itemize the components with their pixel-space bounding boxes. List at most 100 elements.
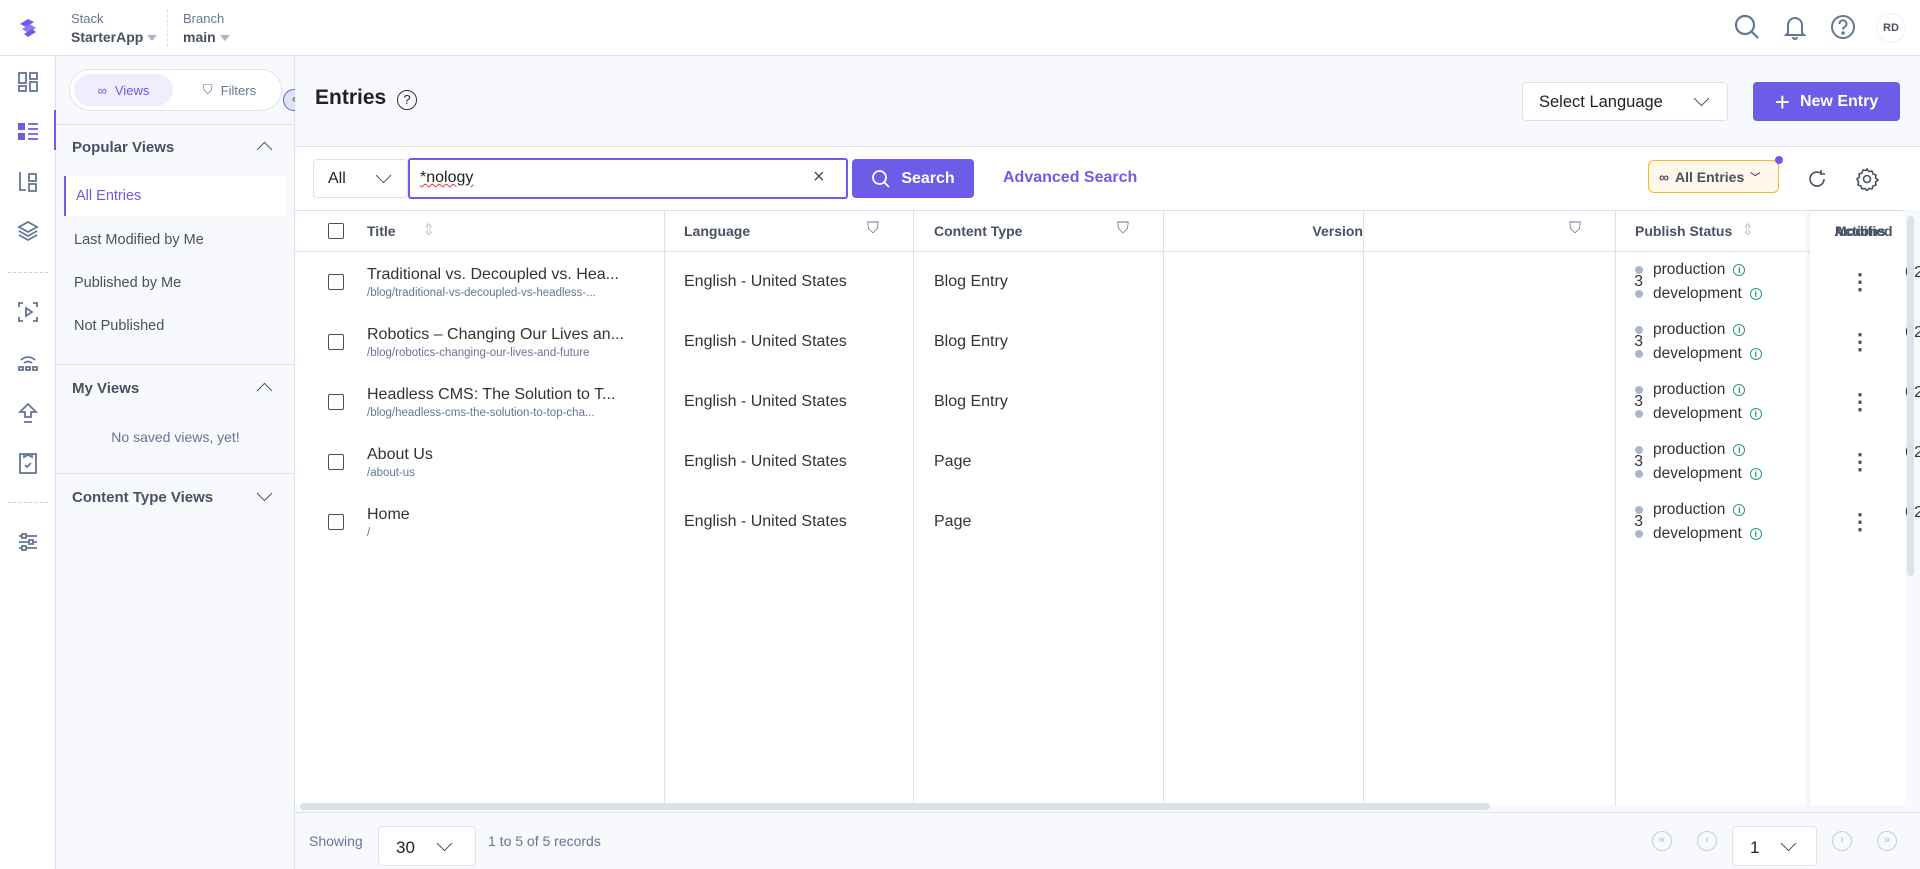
help-icon[interactable]: ? [397,90,417,110]
info-icon[interactable]: i [1733,324,1746,336]
new-entry-button[interactable]: + New Entry [1753,82,1900,121]
entry-content-type: Page [934,513,972,530]
app-logo[interactable] [16,16,40,40]
info-icon[interactable]: i [1749,288,1762,300]
tab-views[interactable]: ∞ Views [74,74,173,106]
advanced-search-link[interactable]: Advanced Search [1003,169,1137,187]
search-icon[interactable] [1733,13,1761,41]
settings-icon[interactable] [1855,167,1880,196]
table-row[interactable]: Headless CMS: The Solution to T... /blog/… [295,372,1920,432]
environment-name: production [1653,261,1726,278]
sidebar-item-all-entries[interactable]: All Entries [64,176,286,216]
page-title: Entries [315,86,387,109]
glasses-icon: ∞ [97,82,107,98]
page-dropdown[interactable]: 1 [1732,826,1817,866]
row-checkbox[interactable] [328,394,344,410]
column-header-version[interactable]: Version [1183,211,1363,251]
no-saved-views: No saved views, yet! [111,429,240,445]
bell-icon[interactable] [1781,13,1809,41]
row-checkbox[interactable] [328,274,344,290]
column-header-content-type[interactable]: Content Type [934,211,1022,251]
row-checkbox[interactable] [328,514,344,530]
help-icon[interactable] [1829,13,1857,41]
select-all-checkbox[interactable] [328,223,344,239]
sort-icon[interactable]: ⇕ [422,220,435,240]
prev-page-icon[interactable]: ‹ [1697,831,1717,851]
info-icon[interactable]: i [1749,348,1762,360]
releases-icon[interactable] [16,300,40,324]
info-icon[interactable]: i [1733,444,1746,456]
view-selector[interactable]: ∞ All Entries ﹀ [1648,156,1783,193]
search-input[interactable]: *nology × [408,158,848,199]
status-dot [1635,326,1643,334]
info-icon[interactable]: i [1733,384,1746,396]
entry-url: /blog/headless-cms-the-solution-to-top-c… [367,406,595,419]
sort-icon[interactable]: ⇕ [1741,220,1754,240]
table-row[interactable]: Home / English - United States Page 3 product… [295,492,1920,552]
tasks-icon[interactable] [16,451,40,475]
settings-icon[interactable] [16,530,40,554]
info-icon[interactable]: i [1733,504,1746,516]
entry-title[interactable]: Headless CMS: The Solution to T... [367,386,657,404]
info-icon[interactable]: i [1749,408,1762,420]
more-actions-icon[interactable]: ⋮ [1849,389,1871,415]
content-models-icon[interactable] [16,170,40,194]
entry-language: English - United States [684,393,847,410]
clear-icon[interactable]: × [813,166,825,189]
entry-title[interactable]: Robotics – Changing Our Lives an... [367,326,657,344]
entry-title[interactable]: About Us [367,446,657,464]
entry-title[interactable]: Traditional vs. Decoupled vs. Hea... [367,266,657,284]
info-icon[interactable]: i [1733,264,1746,276]
row-checkbox[interactable] [328,454,344,470]
entry-content-type: Blog Entry [934,333,1008,350]
sidebar-item-not-published[interactable]: Not Published [64,306,286,346]
table-row[interactable]: Traditional vs. Decoupled vs. Hea... /blo… [295,252,1920,312]
info-icon[interactable]: i [1749,468,1762,480]
stack-switcher[interactable]: Stack StarterApp [71,11,158,45]
refresh-icon[interactable] [1805,167,1829,196]
row-checkbox[interactable] [328,334,344,350]
sidebar-item-published-by-me[interactable]: Published by Me [64,263,286,303]
status-dot [1635,350,1643,358]
tab-filters[interactable]: ⛉ Filters [182,74,277,106]
avatar[interactable]: RD [1876,13,1906,43]
entries-icon[interactable] [16,119,40,143]
column-header-language[interactable]: Language [684,211,750,251]
more-actions-icon[interactable]: ⋮ [1849,509,1871,535]
last-page-icon[interactable]: » [1877,831,1897,851]
filter-icon[interactable]: ⛉ [1117,220,1129,238]
more-actions-icon[interactable]: ⋮ [1849,329,1871,355]
publish-queue-icon[interactable] [16,401,40,425]
divider [8,272,48,273]
dashboard-icon[interactable] [16,70,40,94]
sidebar-item-last-modified-by-me[interactable]: Last Modified by Me [64,220,286,260]
search-icon [872,169,890,188]
next-page-icon[interactable]: › [1832,831,1852,851]
branch-switcher[interactable]: Branch main [183,11,230,45]
chevron-down-icon[interactable] [256,485,273,502]
filter-icon[interactable]: ⛉ [867,220,879,238]
divider [56,364,295,365]
first-page-icon[interactable]: « [1652,831,1672,851]
column-header-publish-status[interactable]: Publish Status [1635,211,1732,251]
publish-status-production: production i [1635,438,1762,462]
filter-icon[interactable]: ⛉ [1569,220,1581,238]
vertical-scrollbar[interactable] [1907,216,1914,576]
search-button[interactable]: Search [852,159,974,198]
search-scope-dropdown[interactable]: All [313,159,408,198]
per-page-dropdown[interactable]: 30 [378,826,476,866]
more-actions-icon[interactable]: ⋮ [1849,269,1871,295]
chevron-up-icon[interactable] [256,382,273,399]
assets-icon[interactable] [16,219,40,243]
extensions-icon[interactable] [16,350,40,374]
column-header-actions[interactable]: Actions [1815,211,1905,251]
more-actions-icon[interactable]: ⋮ [1849,449,1871,475]
chevron-up-icon[interactable] [256,141,273,158]
select-language-dropdown[interactable]: Select Language [1522,82,1728,121]
table-row[interactable]: Robotics – Changing Our Lives an... /blog… [295,312,1920,372]
table-row[interactable]: About Us/about-us English - United States… [295,432,1920,492]
info-icon[interactable]: i [1749,528,1762,540]
entry-title[interactable]: Home [367,506,657,524]
column-header-title[interactable]: Title [367,211,396,251]
horizontal-scrollbar[interactable] [300,803,1490,810]
